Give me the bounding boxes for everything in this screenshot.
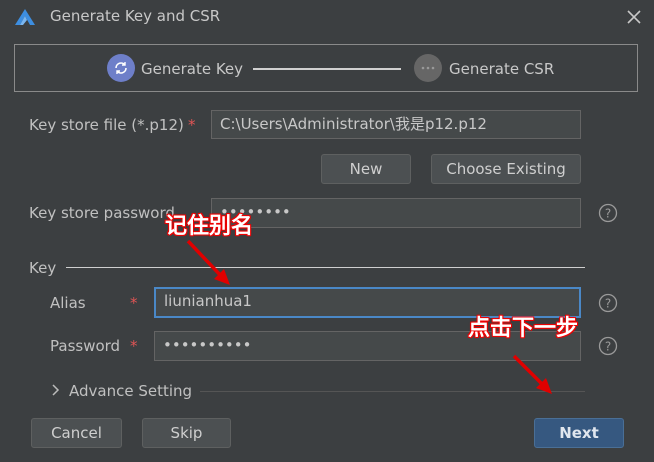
keystore-password-field[interactable]: •••••••• — [211, 198, 581, 228]
new-button[interactable]: New — [321, 154, 411, 184]
alias-label: Alias — [50, 294, 86, 312]
keystore-file-field[interactable]: C:\Users\Administrator\我是p12.p12 — [211, 110, 581, 139]
ellipsis-icon — [421, 66, 435, 70]
required-mark: * — [188, 116, 196, 134]
chevron-right-icon[interactable] — [50, 383, 62, 397]
app-logo-icon — [15, 9, 35, 25]
annotation-arrow-alias — [186, 239, 230, 285]
key-section-divider — [66, 267, 585, 268]
step-generate-csr-icon — [414, 54, 442, 82]
annotation-arrow-next — [512, 354, 552, 394]
keystore-password-label: Key store password — [29, 204, 175, 222]
next-button[interactable]: Next — [534, 418, 624, 448]
password-label: Password — [50, 337, 121, 355]
title-bar: Generate Key and CSR — [0, 0, 654, 34]
window-title: Generate Key and CSR — [50, 7, 221, 25]
close-icon[interactable] — [622, 5, 646, 29]
step-indicator: Generate Key Generate CSR — [14, 44, 638, 92]
svg-text:?: ? — [605, 297, 611, 311]
advance-setting-toggle[interactable]: Advance Setting — [69, 382, 192, 400]
step-generate-csr-label: Generate CSR — [449, 60, 555, 78]
svg-text:?: ? — [605, 207, 611, 221]
help-icon[interactable]: ? — [598, 336, 618, 356]
keystore-file-label: Key store file (*.p12) — [29, 116, 184, 134]
step-generate-key-label: Generate Key — [141, 60, 244, 78]
required-mark: * — [130, 337, 138, 355]
step-generate-key-icon — [107, 54, 135, 82]
key-section-label: Key — [29, 259, 57, 277]
annotation-click-next: 点击下一步 — [468, 316, 579, 341]
help-icon[interactable]: ? — [598, 203, 618, 223]
refresh-icon — [115, 62, 127, 74]
cancel-button[interactable]: Cancel — [31, 418, 122, 448]
required-mark: * — [130, 294, 138, 312]
skip-button[interactable]: Skip — [142, 418, 231, 448]
choose-existing-button[interactable]: Choose Existing — [431, 154, 581, 184]
help-icon[interactable]: ? — [598, 293, 618, 313]
svg-text:?: ? — [605, 340, 611, 354]
step-connector — [253, 68, 401, 70]
